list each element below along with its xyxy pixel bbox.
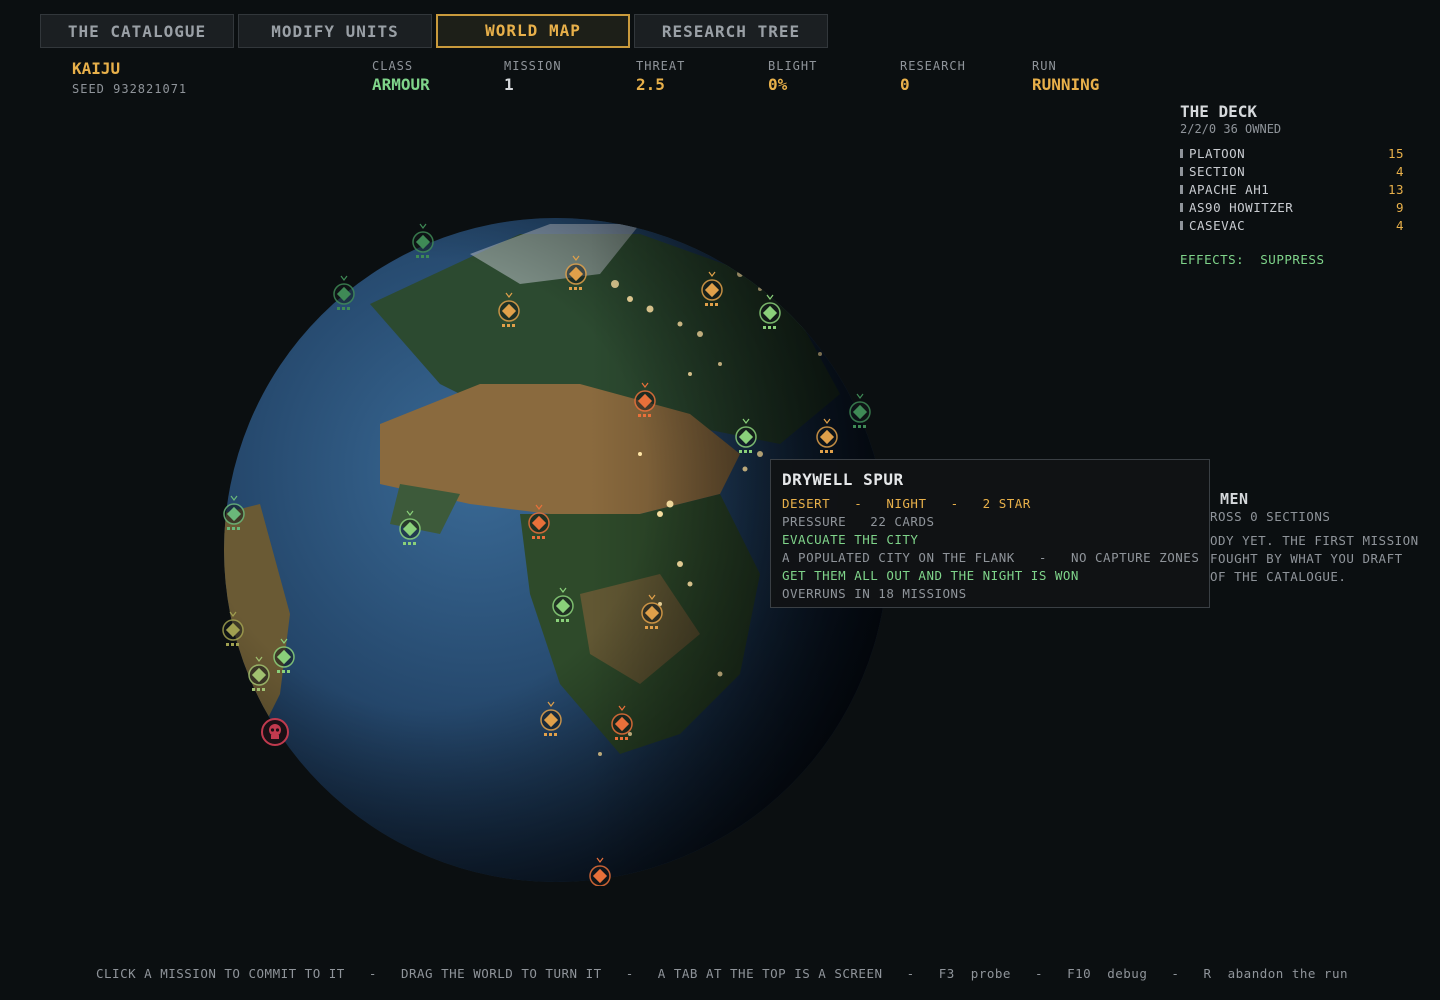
tooltip-stars: 2 STAR [982, 496, 1031, 511]
deck-item-name: APACHE AH1 [1189, 181, 1270, 197]
tooltip-conditions: DESERT - NIGHT - 2 STAR [782, 495, 1198, 513]
men-line: FOUGHT BY WHAT YOU DRAFT [1210, 551, 1403, 566]
stat-label: RESEARCH [900, 59, 966, 73]
deck-item-bar [1180, 166, 1183, 176]
stat-run: RUN RUNNING [1032, 59, 1152, 94]
deck-item-count: 4 [1395, 217, 1404, 233]
deck-item[interactable]: APACHE AH1 13 [1180, 180, 1404, 198]
deck-item-name: AS90 HOWITZER [1189, 199, 1294, 215]
stat-value: 2.5 [636, 75, 665, 94]
stat-label: THREAT [636, 59, 686, 73]
pressure-label: PRESSURE [782, 514, 847, 529]
deck-item[interactable]: PLATOON 15 [1180, 144, 1404, 162]
stat-blight: BLIGHT 0% [768, 59, 888, 94]
tab-catalogue[interactable]: THE CATALOGUE [40, 14, 234, 48]
tooltip-description: A POPULATED CITY ON THE FLANK [782, 550, 1015, 565]
deck-item[interactable]: AS90 HOWITZER 9 [1180, 198, 1404, 216]
tab-world-map[interactable]: WORLD MAP [436, 14, 630, 48]
run-seed: SEED 932821071 [72, 82, 188, 96]
stat-value: ARMOUR [372, 75, 430, 94]
stat-class: CLASS ARMOUR [372, 59, 492, 94]
deck-item-name: PLATOON [1189, 145, 1246, 161]
men-title: MEN [1220, 490, 1249, 508]
stat-label: RUN [1032, 59, 1057, 73]
tooltip-separator: - [950, 496, 959, 511]
deck-panel: THE DECK 2/2/0 36 OWNED PLATOON 15 SECTIO… [1180, 102, 1404, 267]
stat-label: BLIGHT [768, 59, 818, 73]
deck-item-count: 4 [1395, 163, 1404, 179]
effects-label: EFFECTS: [1180, 252, 1245, 267]
tab-research-tree[interactable]: RESEARCH TREE [634, 14, 828, 48]
deck-item-count: 9 [1395, 199, 1404, 215]
deck-item-name: CASEVAC [1189, 217, 1246, 233]
stat-threat: THREAT 2.5 [636, 59, 756, 94]
deck-item-bar [1180, 184, 1183, 194]
deck-item-bar [1180, 202, 1183, 212]
tooltip-pressure: PRESSURE 22 CARDS [782, 513, 1198, 531]
stat-value: 1 [504, 75, 514, 94]
pressure-value: 22 CARDS [870, 514, 935, 529]
run-name: KAIJU [72, 59, 121, 78]
deck-item-bar [1180, 148, 1183, 158]
tooltip-separator: - [854, 496, 863, 511]
tooltip-overrun: OVERRUNS IN 18 MISSIONS [782, 586, 967, 601]
men-line: ROSS 0 SECTIONS [1210, 509, 1331, 524]
stat-research: RESEARCH 0 [900, 59, 1020, 94]
deck-item-bar [1180, 220, 1183, 230]
men-line: ODY YET. THE FIRST MISSION [1210, 533, 1419, 548]
mission-tooltip: DRYWELL SPUR DESERT - NIGHT - 2 STAR PRE… [770, 459, 1210, 608]
deck-subtitle: 2/2/0 36 OWNED [1180, 122, 1282, 136]
deck-title: THE DECK [1180, 102, 1258, 121]
tooltip-terrain: DESERT [782, 496, 831, 511]
tooltip-title: DRYWELL SPUR [782, 470, 904, 489]
stat-value: RUNNING [1032, 75, 1100, 94]
men-line: OF THE CATALOGUE. [1210, 569, 1347, 584]
deck-item[interactable]: CASEVAC 4 [1180, 216, 1404, 234]
deck-effects: EFFECTS: SUPPRESS [1180, 252, 1404, 267]
tooltip-description-row: A POPULATED CITY ON THE FLANK - NO CAPTU… [782, 549, 1200, 567]
stat-value: 0 [900, 75, 910, 94]
deck-item[interactable]: SECTION 4 [1180, 162, 1404, 180]
deck-item-name: SECTION [1189, 163, 1246, 179]
tooltip-constraint: NO CAPTURE ZONES [1070, 550, 1200, 565]
tooltip-time: NIGHT [886, 496, 927, 511]
stat-label: CLASS [372, 59, 414, 73]
stat-value: 0% [768, 75, 788, 94]
stat-mission: MISSION 1 [504, 59, 624, 94]
effects-value: SUPPRESS [1260, 252, 1325, 267]
tooltip-separator: - [1038, 550, 1047, 565]
deck-item-count: 13 [1387, 181, 1404, 197]
men-panel: MEN ROSS 0 SECTIONS ODY YET. THE FIRST M… [1210, 490, 1430, 586]
controls-hint: CLICK A MISSION TO COMMIT TO IT - DRAG T… [96, 966, 1348, 981]
stat-label: MISSION [504, 59, 562, 73]
tab-modify-units[interactable]: MODIFY UNITS [238, 14, 432, 48]
screen-tabs: THE CATALOGUE MODIFY UNITS WORLD MAP RES… [40, 14, 828, 48]
skull-icon[interactable] [261, 718, 289, 746]
tooltip-objective: EVACUATE THE CITY [782, 532, 919, 547]
tooltip-win-condition: GET THEM ALL OUT AND THE NIGHT IS WON [782, 568, 1079, 583]
deck-item-count: 15 [1387, 145, 1404, 161]
